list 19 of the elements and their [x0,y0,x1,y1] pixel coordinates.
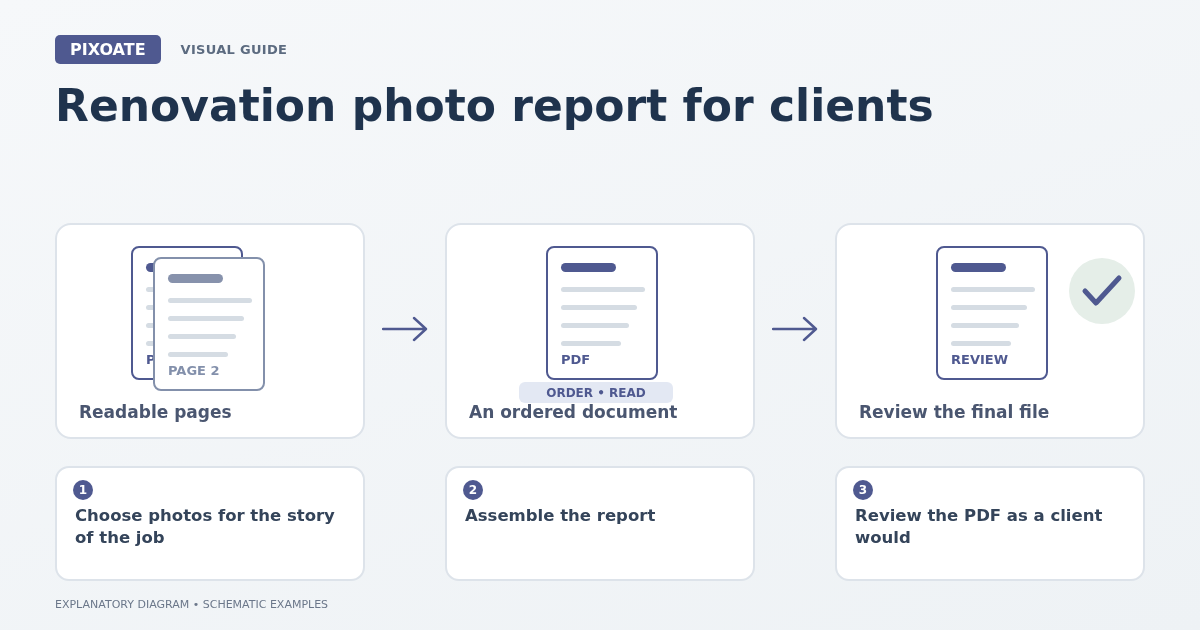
step-text: Review the PDF as a client would [854,505,1104,549]
guide-tag: VISUAL GUIDE [180,41,288,57]
brand-badge: PIXOATE [55,34,161,64]
arrow-icon [772,316,818,342]
document-label: REVIEW [951,352,1009,368]
step-number: 2 [463,480,483,500]
order-tag: ORDER • READ [519,382,673,403]
step-number: 1 [73,480,93,500]
panel-caption: Review the final file [859,401,1051,423]
step-number: 3 [853,480,873,500]
step-text: Choose photos for the story of the job [74,505,336,549]
page-label: PAGE 2 [168,363,221,379]
footer-note: EXPLANATORY DIAGRAM • SCHEMATIC EXAMPLES [55,598,330,611]
step-text: Assemble the report [464,505,657,527]
page-title: Renovation photo report for clients [55,79,935,133]
document-label: PDF [561,352,592,368]
arrow-icon [382,316,428,342]
panel-caption: Readable pages [79,401,233,423]
panel-caption: An ordered document [469,401,679,423]
